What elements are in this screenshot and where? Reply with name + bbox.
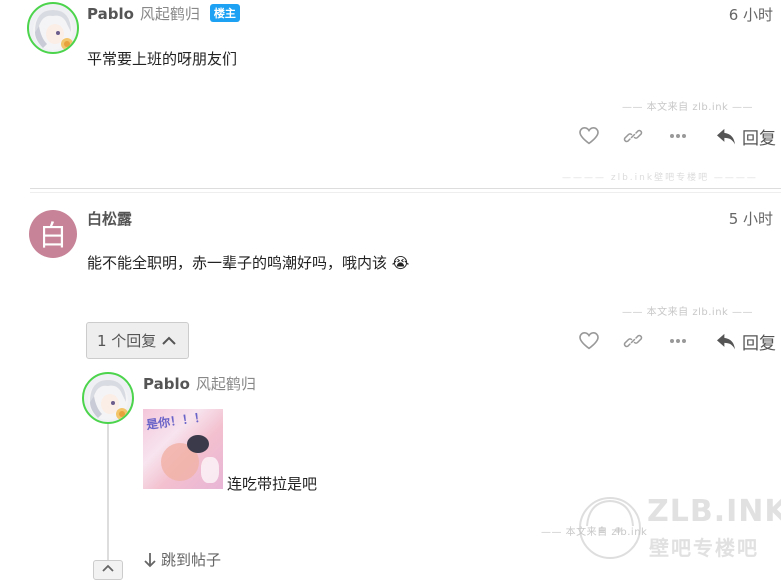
mascot-logo-icon <box>579 497 641 559</box>
reply-arrow-icon <box>717 128 735 144</box>
post-divider <box>30 192 781 193</box>
link-icon <box>623 334 643 348</box>
username[interactable]: Pablo <box>87 5 134 23</box>
ellipsis-icon <box>670 134 686 138</box>
user-avatar[interactable] <box>27 2 79 54</box>
crying-emoji-icon: 😭 <box>391 254 410 272</box>
heart-icon <box>579 127 599 145</box>
username[interactable]: 白松露 <box>87 208 132 229</box>
watermark-text: —— 本文来自 zlb.ink —— <box>622 307 753 318</box>
reply-label: 回复 <box>742 129 776 149</box>
sticker-caption: 是你！！！ <box>145 409 207 433</box>
watermark-text: —— 本文来自 zlb.ink —— <box>622 102 753 113</box>
logo-subtitle: 壁吧专楼吧 <box>649 536 759 560</box>
username[interactable]: Pablo <box>143 375 190 393</box>
separator-watermark: ———— zlb.ink壁吧专楼吧 ———— <box>562 173 758 183</box>
jump-to-post-link[interactable]: 跳到帖子 <box>143 549 221 570</box>
user-alias: 风起鹤归 <box>195 375 256 393</box>
collapse-thread-button[interactable] <box>93 560 123 580</box>
reply-content: 连吃带拉是吧 <box>227 475 318 493</box>
link-icon <box>623 129 643 143</box>
post-time[interactable]: 6 小时 <box>729 4 773 25</box>
chevron-up-icon <box>162 336 177 345</box>
ellipsis-icon <box>670 339 686 343</box>
post-header: Pablo 风起鹤归 楼主 <box>87 3 240 24</box>
user-avatar[interactable]: 白 <box>29 210 77 258</box>
post-time[interactable]: 5 小时 <box>729 208 773 229</box>
user-avatar[interactable] <box>82 372 134 424</box>
reply-arrow-icon <box>717 333 735 349</box>
user-alias: 风起鹤归 <box>139 5 200 23</box>
anime-avatar-icon <box>33 10 73 50</box>
copy-link-button[interactable] <box>620 123 646 149</box>
more-options-button[interactable] <box>665 123 691 149</box>
heart-icon <box>579 332 599 350</box>
replies-count-label: 1 个回复 <box>97 332 157 350</box>
like-button[interactable] <box>576 328 602 354</box>
post-divider <box>30 188 781 189</box>
post-text: 能不能全职明，赤一辈子的鸣潮好吗，哦内该 <box>87 254 388 272</box>
reply-button[interactable]: 回复 <box>716 124 776 149</box>
toggle-replies-button[interactable]: 1 个回复 <box>86 322 189 359</box>
reply-header: Pablo 风起鹤归 <box>143 373 256 394</box>
reply-label: 回复 <box>742 334 776 354</box>
copy-link-button[interactable] <box>620 328 646 354</box>
arrow-down-icon <box>144 552 156 567</box>
jump-label: 跳到帖子 <box>161 551 222 569</box>
op-badge: 楼主 <box>209 4 240 22</box>
site-logo-watermark: ZLB.INK 壁吧专楼吧 <box>575 492 781 562</box>
reply-button[interactable]: 回复 <box>716 329 776 354</box>
post-content: 平常要上班的呀朋友们 <box>87 50 238 68</box>
post-content: 能不能全职明，赤一辈子的鸣潮好吗，哦内该 😭 <box>87 252 409 273</box>
chevron-up-icon <box>102 564 114 572</box>
avatar-letter: 白 <box>38 219 67 252</box>
thread-line <box>107 420 109 570</box>
like-button[interactable] <box>576 123 602 149</box>
sticker-image[interactable]: 是你！！！ <box>143 409 223 489</box>
anime-avatar-icon <box>88 380 128 420</box>
more-options-button[interactable] <box>665 328 691 354</box>
logo-title: ZLB.INK <box>647 494 781 529</box>
